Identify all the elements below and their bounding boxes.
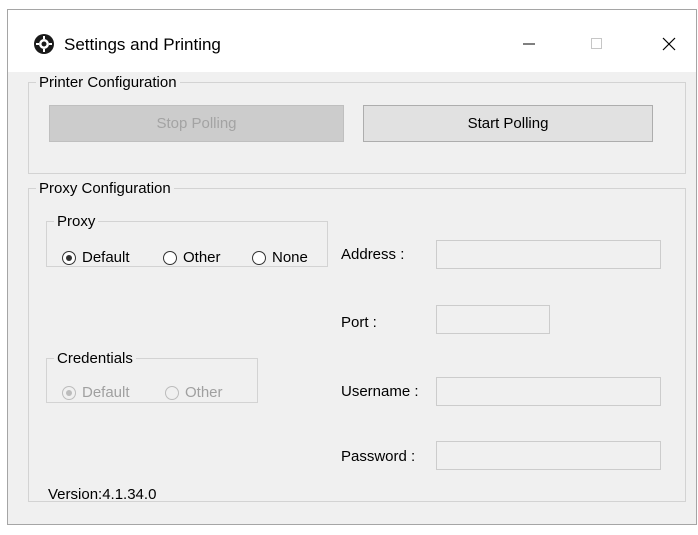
start-polling-button[interactable]: Start Polling (363, 105, 653, 142)
radio-unchecked-icon (252, 250, 266, 265)
maximize-button[interactable] (574, 24, 620, 64)
address-label: Address : (341, 246, 405, 263)
credentials-other-label: Other (185, 384, 223, 401)
maximize-icon (591, 38, 602, 49)
username-input[interactable] (436, 377, 661, 406)
radio-checked-icon (62, 250, 76, 265)
stop-polling-button[interactable]: Stop Polling (49, 105, 344, 142)
proxy-none-radio[interactable]: None (252, 249, 308, 266)
proxy-configuration-legend: Proxy Configuration (39, 180, 171, 197)
close-button[interactable] (646, 24, 692, 64)
proxy-other-radio[interactable]: Other (163, 249, 221, 266)
window-title: Settings and Printing (64, 35, 221, 54)
minimize-icon (523, 43, 535, 45)
proxy-none-label: None (272, 249, 308, 266)
credentials-default-radio[interactable]: Default (62, 384, 130, 401)
password-input[interactable] (436, 441, 661, 470)
password-label: Password : (341, 448, 416, 465)
minimize-button[interactable] (506, 24, 552, 64)
radio-unchecked-icon (163, 250, 177, 265)
port-label: Port : (341, 314, 377, 331)
credentials-default-label: Default (82, 384, 130, 401)
port-input[interactable] (436, 305, 550, 334)
version-label: Version:4.1.34.0 (48, 486, 157, 503)
credentials-legend: Credentials (57, 350, 133, 367)
username-label: Username : (341, 383, 419, 400)
proxy-other-label: Other (183, 249, 221, 266)
close-icon (662, 37, 676, 51)
gear-icon (34, 34, 54, 54)
proxy-mode-legend: Proxy (57, 213, 96, 230)
title-bar[interactable]: Settings and Printing (8, 10, 696, 72)
radio-unchecked-icon (165, 385, 179, 400)
radio-checked-icon (62, 385, 76, 400)
proxy-default-radio[interactable]: Default (62, 249, 130, 266)
proxy-default-label: Default (82, 249, 130, 266)
address-input[interactable] (436, 240, 661, 269)
credentials-other-radio[interactable]: Other (165, 384, 223, 401)
printer-configuration-legend: Printer Configuration (39, 74, 177, 91)
